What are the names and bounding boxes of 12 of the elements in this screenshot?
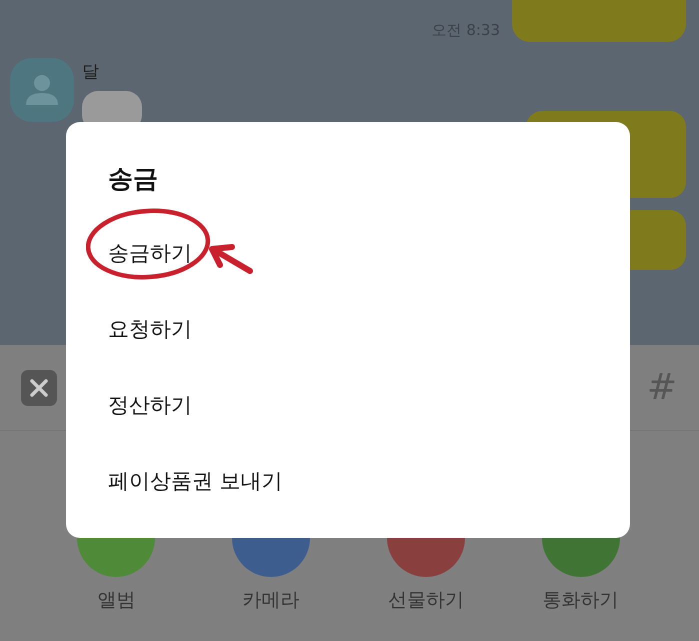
menu-item[interactable]: 정산하기 [108,391,192,419]
attachment-label: 통화하기 [542,588,619,613]
person-icon [25,74,59,106]
attachment-label: 앨범 [97,588,136,613]
sender-name: 달 [82,61,100,83]
menu-item[interactable]: 요청하기 [108,315,192,343]
close-icon [30,378,48,396]
dialog-title: 송금 [108,163,159,195]
menu-item[interactable]: 페이상품권 보내기 [108,467,283,495]
close-button[interactable] [21,370,57,406]
attachment-label: 선물하기 [388,588,464,613]
attachment-label: 카메라 [242,588,300,613]
